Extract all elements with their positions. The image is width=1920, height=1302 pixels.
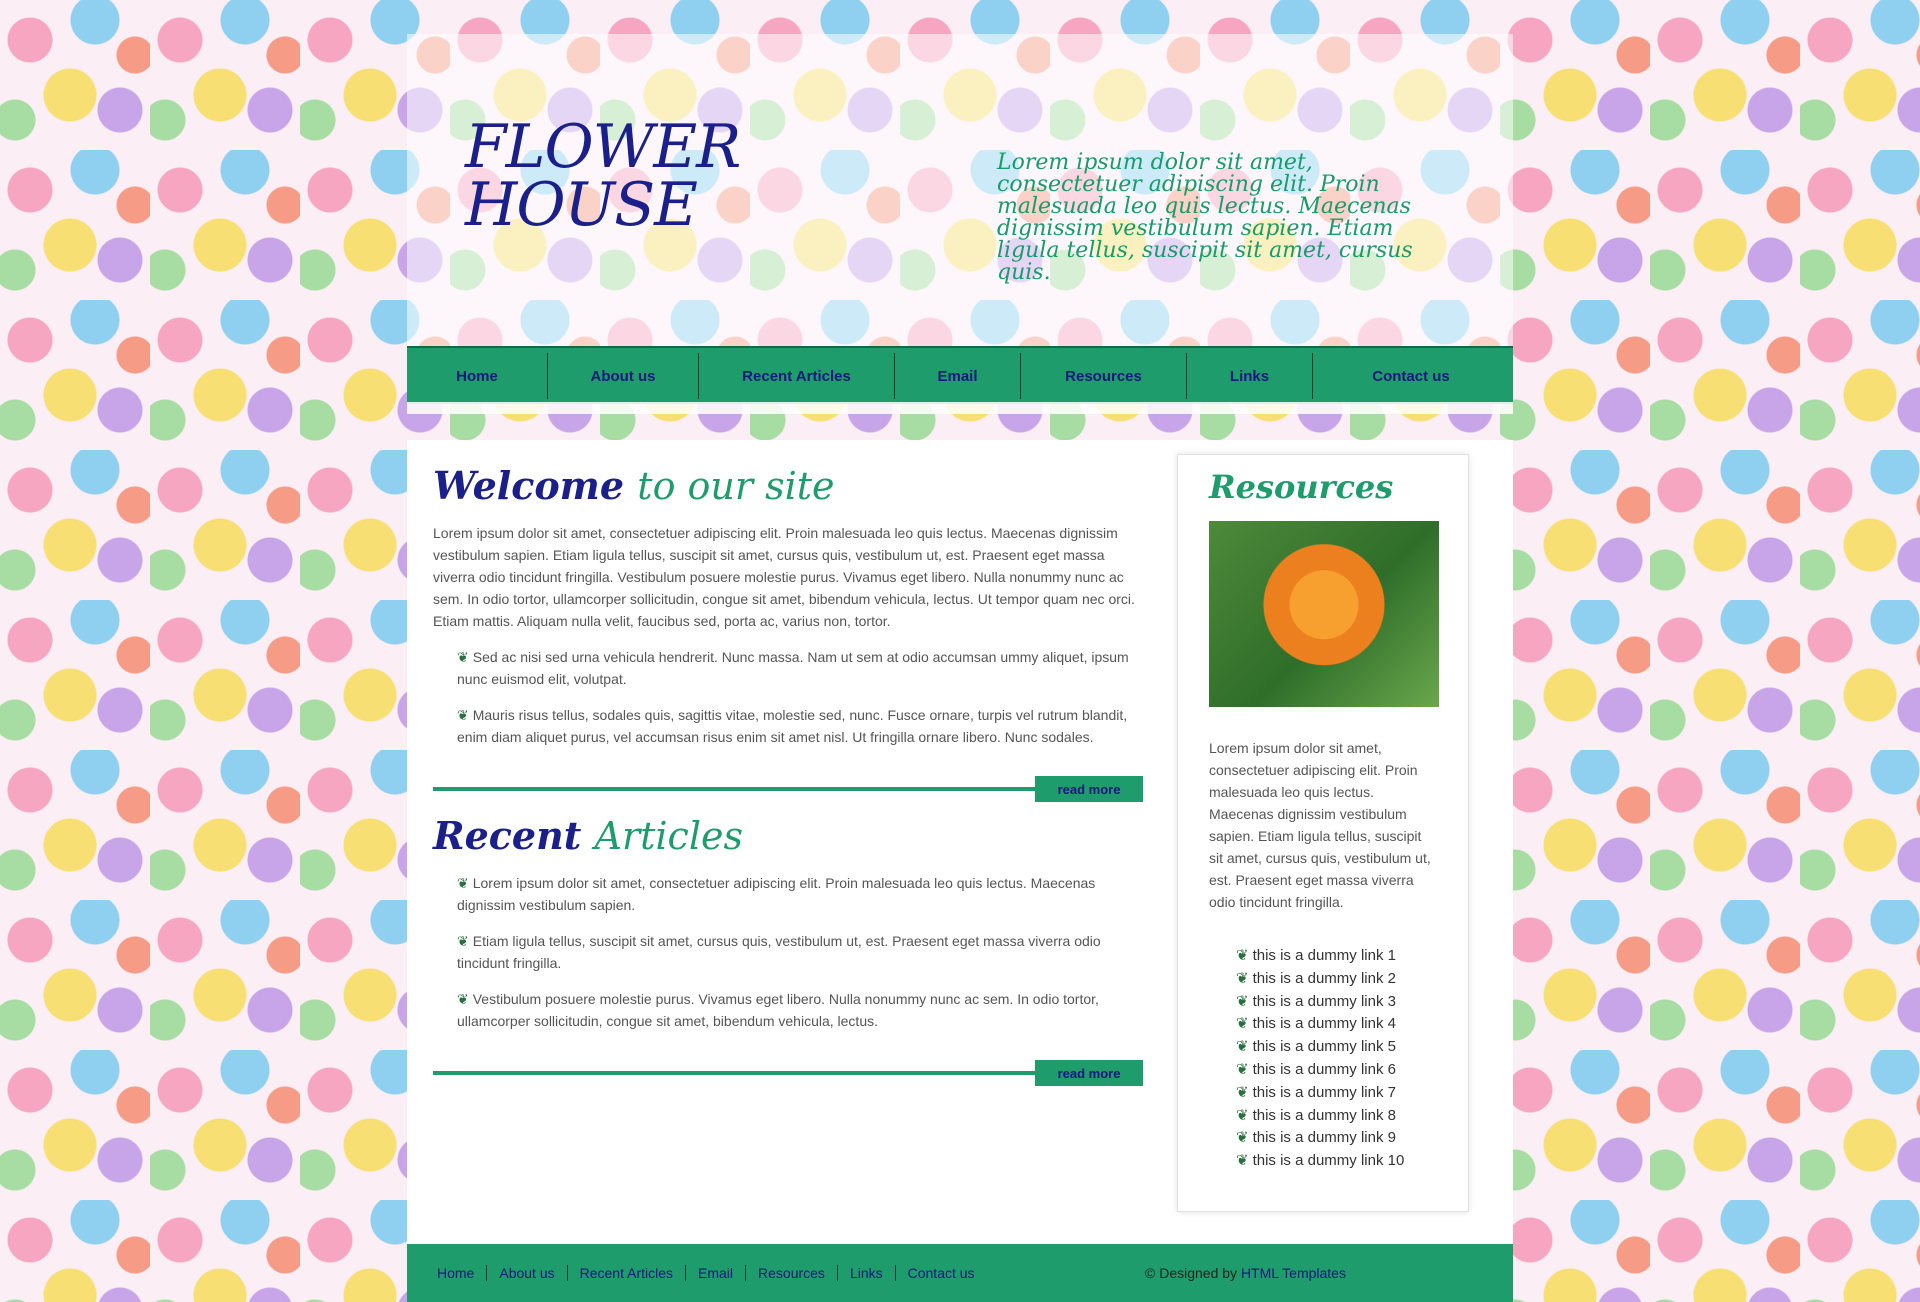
sidebar-link-label: this is a dummy link 1: [1252, 947, 1396, 964]
sprout-icon: ❦: [1236, 1015, 1249, 1033]
content-area: Welcome to our site Lorem ipsum dolor si…: [407, 440, 1513, 1244]
welcome-paragraph: Lorem ipsum dolor sit amet, consectetuer…: [433, 525, 1135, 629]
nav-resources[interactable]: Resources: [1021, 353, 1187, 399]
article-bullet: ❦ Lorem ipsum dolor sit amet, consectetue…: [457, 872, 1143, 916]
sidebar-link[interactable]: ❦ this is a dummy link 5: [1236, 1036, 1404, 1059]
nav-email[interactable]: Email: [895, 353, 1021, 399]
site-footer: Home About us Recent Articles Email Reso…: [407, 1244, 1513, 1302]
sidebar: Resources Lorem ipsum dolor sit amet, co…: [1177, 454, 1469, 1212]
sidebar-link-label: this is a dummy link 6: [1252, 1060, 1396, 1078]
logo-line-2: HOUSE: [465, 170, 698, 240]
recent-title-b: Articles: [594, 814, 743, 858]
sprout-icon: ❦: [457, 875, 469, 891]
welcome-bullet-text: Sed ac nisi sed urna vehicula hendrerit.…: [457, 649, 1129, 687]
sprout-icon: ❦: [457, 707, 469, 723]
nav-links[interactable]: Links: [1187, 353, 1313, 399]
footer-nav: Home About us Recent Articles Email Reso…: [433, 1265, 987, 1281]
nav-contact-us[interactable]: Contact us: [1313, 353, 1509, 399]
footer-link-home[interactable]: Home: [433, 1265, 488, 1281]
welcome-bullet-text: Mauris risus tellus, sodales quis, sagit…: [457, 707, 1128, 745]
sidebar-link[interactable]: ❦ this is a dummy link 9: [1236, 1127, 1404, 1150]
sprout-icon: ❦: [1236, 992, 1249, 1010]
sidebar-link[interactable]: ❦ this is a dummy link 7: [1236, 1082, 1404, 1105]
lily-photo: [1209, 521, 1439, 707]
sidebar-paragraph: Lorem ipsum dolor sit amet, consectetuer…: [1209, 740, 1431, 910]
footer-link-contact-us[interactable]: Contact us: [896, 1265, 987, 1281]
sprout-icon: ❦: [1236, 1152, 1249, 1170]
welcome-bullet: ❦ Mauris risus tellus, sodales quis, sagi…: [457, 704, 1143, 748]
sprout-icon: ❦: [1236, 1060, 1249, 1078]
read-more-button[interactable]: read more: [1035, 1060, 1143, 1086]
sidebar-title: Resources: [1209, 468, 1394, 506]
sidebar-link[interactable]: ❦ this is a dummy link 4: [1236, 1013, 1404, 1036]
site-tagline: Lorem ipsum dolor sit amet, consectetuer…: [997, 150, 1413, 285]
article-bullet-text: Vestibulum posuere molestie purus. Vivam…: [457, 991, 1099, 1029]
article-bullet: ❦ Vestibulum posuere molestie purus. Viva…: [457, 988, 1143, 1032]
sprout-icon: ❦: [1236, 1129, 1249, 1147]
sprout-icon: ❦: [457, 933, 469, 949]
page-wrapper: FLOWER HOUSE Lorem ipsum dolor sit amet,…: [407, 34, 1513, 1302]
sidebar-link[interactable]: ❦ this is a dummy link 3: [1236, 991, 1404, 1014]
article-bullet-text: Lorem ipsum dolor sit amet, consectetuer…: [457, 875, 1096, 913]
sidebar-link[interactable]: ❦ this is a dummy link 6: [1236, 1059, 1404, 1082]
footer-link-resources[interactable]: Resources: [746, 1265, 838, 1281]
main-nav: Home About us Recent Articles Email Reso…: [407, 346, 1513, 404]
main-column: Welcome to our site Lorem ipsum dolor si…: [433, 464, 1143, 1086]
site-logo[interactable]: FLOWER HOUSE: [465, 117, 741, 235]
footer-credit: © Designed by HTML Templates: [1145, 1265, 1346, 1281]
credit-link[interactable]: HTML Templates: [1241, 1265, 1346, 1281]
sidebar-link[interactable]: ❦ this is a dummy link 8: [1236, 1105, 1404, 1128]
nav-recent-articles[interactable]: Recent Articles: [699, 353, 895, 399]
recent-title-a: Recent: [433, 813, 582, 858]
sidebar-link-label: this is a dummy link 9: [1252, 1129, 1396, 1147]
sprout-icon: ❦: [457, 991, 469, 1007]
footer-link-about-us[interactable]: About us: [487, 1265, 568, 1281]
sidebar-link-label: this is a dummy link 2: [1252, 969, 1396, 987]
footer-link-links[interactable]: Links: [838, 1265, 896, 1281]
article-bullet: ❦ Etiam ligula tellus, suscipit sit amet,…: [457, 930, 1143, 974]
sidebar-link-label: this is a dummy link 5: [1252, 1038, 1396, 1056]
sidebar-link-list: ❦ this is a dummy link 1 ❦ this is a dummy…: [1236, 945, 1404, 1173]
credit-prefix: © Designed by: [1145, 1265, 1238, 1281]
welcome-divider: read more: [433, 776, 1143, 802]
sidebar-link-label: this is a dummy link 3: [1252, 992, 1396, 1010]
decorative-strip: [407, 402, 1513, 414]
sidebar-link[interactable]: ❦ this is a dummy link 10: [1236, 1150, 1404, 1173]
sprout-icon: ❦: [1236, 947, 1249, 964]
sprout-icon: ❦: [1236, 1038, 1249, 1056]
nav-home[interactable]: Home: [407, 353, 548, 399]
sidebar-link[interactable]: ❦ this is a dummy link 1: [1236, 945, 1404, 968]
sidebar-link-label: this is a dummy link 4: [1252, 1015, 1396, 1033]
sidebar-link-label: this is a dummy link 10: [1252, 1152, 1405, 1170]
sidebar-link-label: this is a dummy link 7: [1252, 1083, 1396, 1101]
footer-link-email[interactable]: Email: [686, 1265, 747, 1281]
recent-divider: read more: [433, 1060, 1143, 1086]
welcome-title: Welcome to our site: [433, 463, 1143, 509]
article-bullet-text: Etiam ligula tellus, suscipit sit amet, …: [457, 933, 1101, 971]
footer-link-recent-articles[interactable]: Recent Articles: [568, 1265, 686, 1281]
welcome-bullet: ❦ Sed ac nisi sed urna vehicula hendrerit…: [457, 646, 1143, 690]
site-header: FLOWER HOUSE Lorem ipsum dolor sit amet,…: [407, 34, 1513, 346]
welcome-title-b: to our site: [637, 464, 835, 508]
sidebar-link-label: this is a dummy link 8: [1252, 1106, 1396, 1124]
nav-about-us[interactable]: About us: [548, 353, 699, 399]
sprout-icon: ❦: [1236, 1083, 1249, 1101]
sprout-icon: ❦: [1236, 969, 1249, 987]
sidebar-link[interactable]: ❦ this is a dummy link 2: [1236, 968, 1404, 991]
recent-title: Recent Articles: [433, 813, 1143, 859]
sprout-icon: ❦: [457, 649, 469, 665]
read-more-button[interactable]: read more: [1035, 776, 1143, 802]
sprout-icon: ❦: [1236, 1106, 1249, 1124]
welcome-title-a: Welcome: [433, 463, 625, 508]
